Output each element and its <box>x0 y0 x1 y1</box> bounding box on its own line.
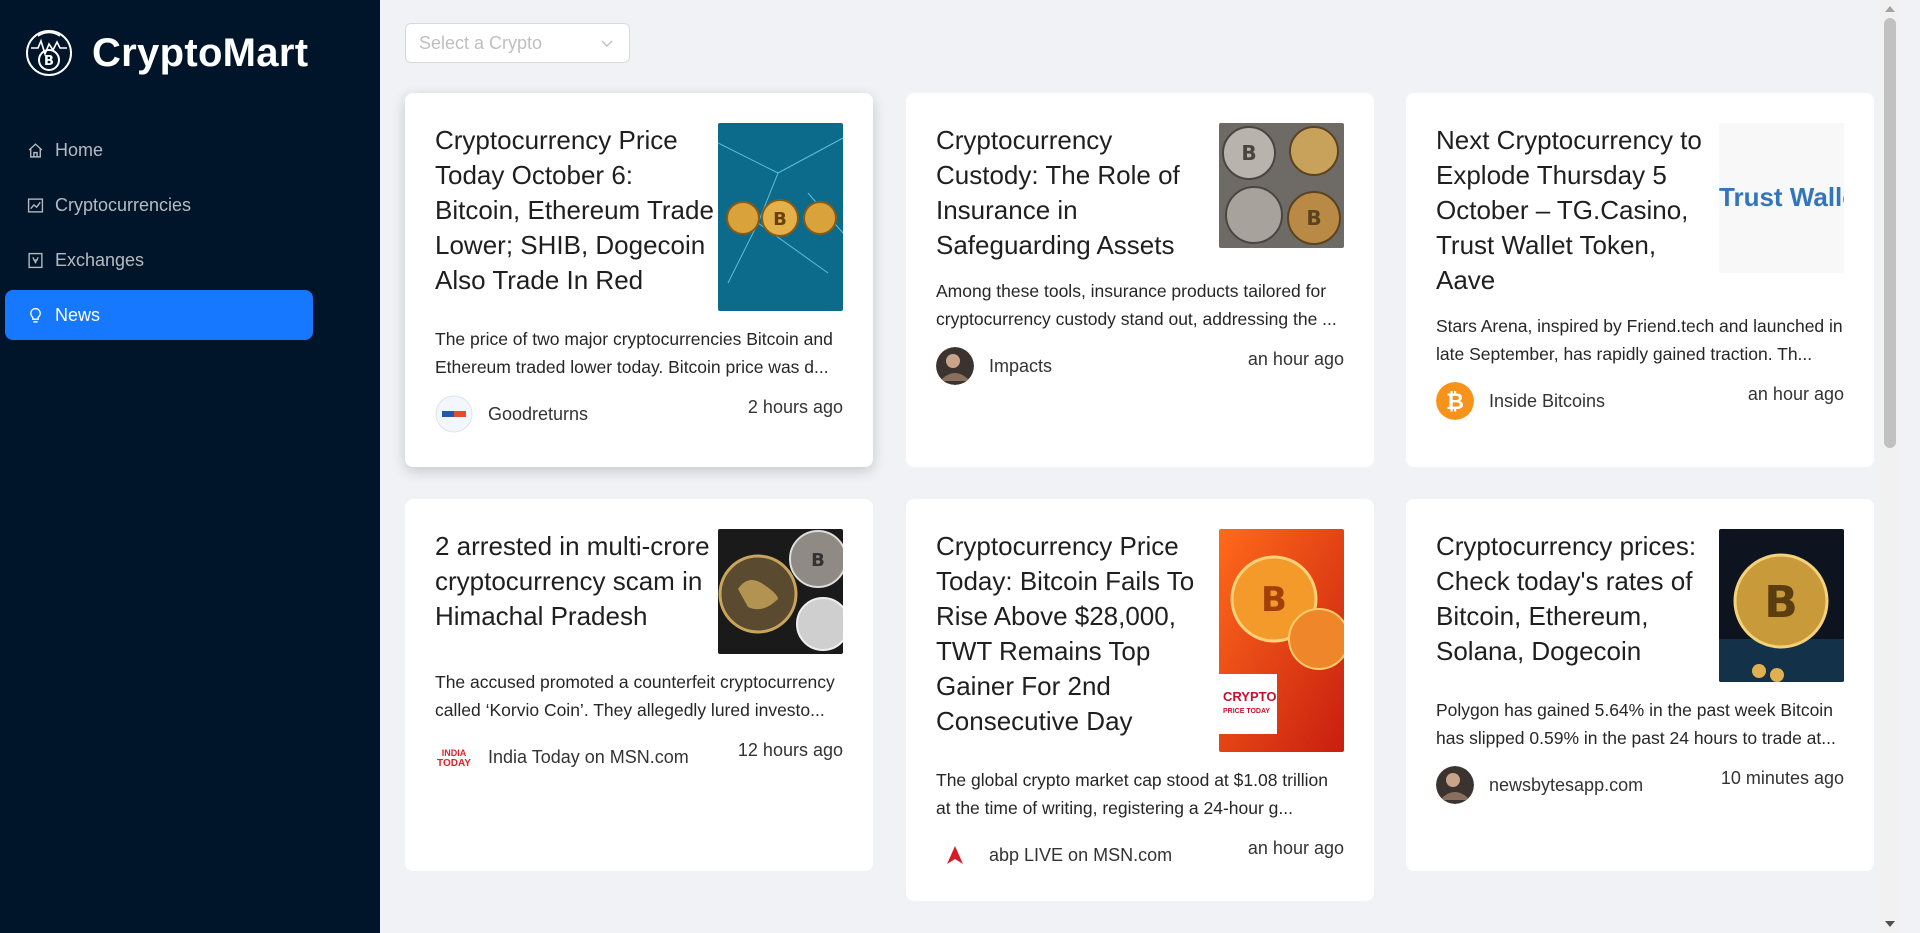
provider-name: Inside Bitcoins <box>1489 390 1606 411</box>
news-description: The accused promoted a counterfeit crypt… <box>435 672 835 720</box>
provider-avatar <box>435 395 473 433</box>
news-thumbnail: B B <box>1219 123 1344 248</box>
news-description: Stars Arena, inspired by Friend.tech and… <box>1436 316 1843 364</box>
news-time: 10 minutes ago <box>1720 768 1844 788</box>
app-title: CryptoMart <box>92 30 309 75</box>
news-time: an hour ago <box>1747 384 1844 404</box>
brand[interactable]: B CryptoMart <box>24 28 308 78</box>
menu-item-label: News <box>55 304 101 325</box>
provider-name: abp LIVE on MSN.com <box>989 844 1173 865</box>
provider-name: Impacts <box>989 355 1053 376</box>
select-placeholder: Select a Crypto <box>419 32 543 53</box>
svg-text:B: B <box>811 550 825 571</box>
news-title[interactable]: Next Cryptocurrency to Explode Thursday … <box>1436 123 1719 298</box>
svg-text:B: B <box>1764 577 1798 628</box>
svg-text:B: B <box>1261 580 1287 620</box>
menu-item-label: Exchanges <box>55 249 145 270</box>
news-thumbnail: B <box>718 123 843 311</box>
news-title[interactable]: Cryptocurrency Price Today: Bitcoin Fail… <box>936 529 1219 739</box>
news-card[interactable]: Cryptocurrency Price Today October 6: Bi… <box>405 93 873 467</box>
news-description: The price of two major cryptocurrencies … <box>435 329 833 377</box>
news-thumbnail: Trust Wallet <box>1719 123 1844 273</box>
news-title[interactable]: Cryptocurrency Price Today October 6: Bi… <box>435 123 718 298</box>
provider-name: India Today on MSN.com <box>488 746 689 767</box>
news-provider: Goodreturns <box>435 395 588 433</box>
news-time: 2 hours ago <box>747 397 843 417</box>
menu-item-label: Cryptocurrencies <box>55 194 192 215</box>
provider-name: Goodreturns <box>488 403 589 424</box>
menu-item-exchanges[interactable]: Exchanges <box>5 235 313 285</box>
svg-text:B: B <box>1241 141 1256 165</box>
chart-icon <box>25 195 45 215</box>
provider-logo-text-bottom: TODAY <box>437 758 471 769</box>
svg-text:B: B <box>773 209 787 230</box>
news-thumbnail: B <box>1719 529 1844 682</box>
news-time: 12 hours ago <box>737 740 843 760</box>
news-provider: ₿ Inside Bitcoins <box>1436 382 1605 420</box>
vertical-scrollbar[interactable] <box>1880 0 1900 933</box>
news-provider: newsbytesapp.com <box>1436 766 1643 804</box>
provider-logo <box>936 836 974 874</box>
exchange-icon <box>25 250 45 270</box>
news-provider: Impacts <box>936 347 1052 385</box>
scroll-thumb[interactable] <box>1884 18 1896 448</box>
news-time: an hour ago <box>1247 838 1344 858</box>
provider-logo: INDIA TODAY <box>435 738 473 776</box>
main-content: Select a Crypto Cryptocurrency Price Tod… <box>380 0 1900 933</box>
svg-text:B: B <box>44 54 54 69</box>
news-card[interactable]: 2 arrested in multi-crore cryptocurrency… <box>405 499 873 871</box>
news-card[interactable]: Cryptocurrency prices: Check today's rat… <box>1406 499 1874 871</box>
svg-text:B: B <box>1306 206 1321 230</box>
news-description: Among these tools, insurance products ta… <box>936 281 1337 329</box>
news-description: The global crypto market cap stood at $1… <box>936 770 1329 818</box>
sidebar: B CryptoMart Home Cryptocurrencies Excha… <box>0 0 380 933</box>
news-thumbnail: B CRYPTO PRICE TODAY <box>1219 529 1344 752</box>
news-card[interactable]: Cryptocurrency Custody: The Role of Insu… <box>906 93 1374 467</box>
crypto-select[interactable]: Select a Crypto <box>405 23 630 63</box>
svg-text:₿: ₿ <box>1446 390 1464 415</box>
bulb-icon <box>25 305 45 325</box>
news-provider: INDIA TODAY India Today on MSN.com <box>435 738 689 776</box>
provider-logo-text-top: INDIA <box>442 748 467 758</box>
scroll-up-arrow-icon[interactable] <box>1885 6 1895 12</box>
provider-avatar <box>936 347 974 385</box>
news-thumbnail: B <box>718 529 843 654</box>
news-description: Polygon has gained 5.64% in the past wee… <box>1436 700 1836 748</box>
bitcoin-icon: ₿ <box>1436 382 1474 420</box>
provider-name: newsbytesapp.com <box>1489 774 1644 795</box>
news-provider: abp LIVE on MSN.com <box>936 836 1172 874</box>
crypto-coin-logo-icon: B <box>24 28 74 78</box>
menu-item-home[interactable]: Home <box>5 125 313 175</box>
news-time: an hour ago <box>1247 349 1344 369</box>
scroll-down-arrow-icon[interactable] <box>1885 921 1895 927</box>
news-title[interactable]: 2 arrested in multi-crore cryptocurrency… <box>435 529 718 634</box>
news-card[interactable]: Next Cryptocurrency to Explode Thursday … <box>1406 93 1874 467</box>
provider-avatar <box>1436 766 1474 804</box>
home-icon <box>25 140 45 160</box>
menu-item-cryptocurrencies[interactable]: Cryptocurrencies <box>5 180 313 230</box>
menu-item-news[interactable]: News <box>5 290 313 340</box>
news-title[interactable]: Cryptocurrency Custody: The Role of Insu… <box>936 123 1219 263</box>
thumbnail-text-price-today: PRICE TODAY <box>1223 708 1270 715</box>
thumbnail-logo-text: Trust Wallet <box>1719 182 1844 212</box>
news-card[interactable]: Cryptocurrency Price Today: Bitcoin Fail… <box>906 499 1374 901</box>
menu-item-label: Home <box>55 139 104 160</box>
main-menu: Home Cryptocurrencies Exchanges News <box>0 120 380 345</box>
chevron-down-icon <box>599 35 615 51</box>
thumbnail-text-crypto: CRYPTO <box>1223 689 1276 704</box>
news-title[interactable]: Cryptocurrency prices: Check today's rat… <box>1436 529 1719 669</box>
